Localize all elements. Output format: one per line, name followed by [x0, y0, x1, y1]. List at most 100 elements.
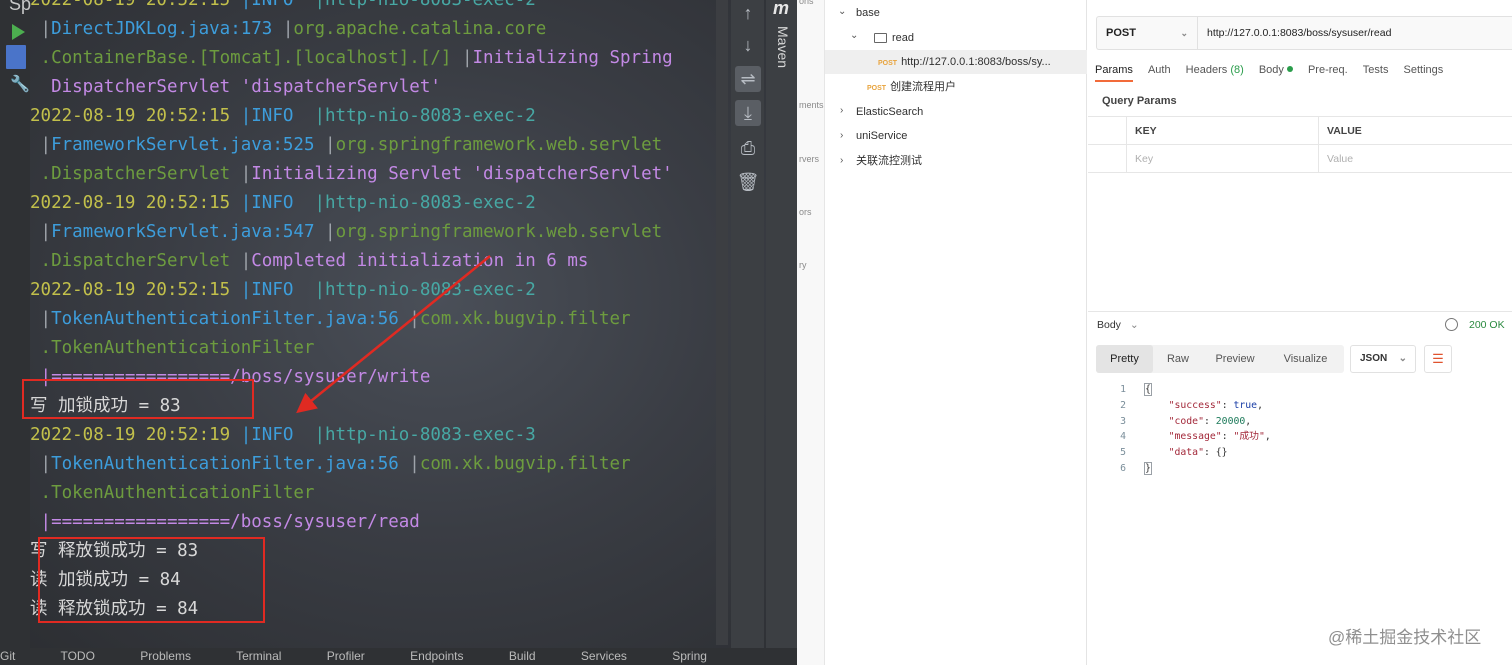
query-params-title: Query Params — [1102, 95, 1177, 107]
console-line: |=================/boss/sysuser/read — [30, 508, 720, 537]
console-segment: org.springframework.web.servlet — [335, 135, 663, 155]
status-git[interactable]: Git — [0, 649, 15, 663]
status-services[interactable]: Services — [581, 649, 627, 663]
tab-auth[interactable]: Auth — [1148, 64, 1171, 76]
maven-label[interactable]: Maven — [775, 26, 791, 68]
status-build[interactable]: Build — [509, 649, 536, 663]
tab-body[interactable]: Body — [1259, 64, 1293, 76]
stop-icon[interactable] — [6, 45, 26, 69]
tree-item-uniservice[interactable]: uniService — [856, 127, 907, 145]
status-endpoints[interactable]: Endpoints — [410, 649, 463, 663]
request-label: http://127.0.0.1:8083/boss/sy... — [901, 56, 1051, 68]
console-segment: | — [30, 222, 52, 242]
console-segment: | — [30, 135, 52, 155]
chevron-right-icon[interactable]: › — [840, 130, 843, 141]
rail-label-history[interactable]: ry — [799, 260, 807, 270]
wrap-lines-icon[interactable]: ☰ — [1424, 345, 1452, 373]
key-input[interactable]: Key — [1126, 145, 1318, 173]
method-badge: POST — [867, 85, 887, 92]
tree-item-request-read[interactable]: POST http://127.0.0.1:8083/boss/sy... — [878, 53, 1051, 71]
status-problems[interactable]: Problems — [140, 649, 191, 663]
code-token: true — [1233, 399, 1258, 411]
status-spring[interactable]: Spring — [672, 649, 707, 663]
console-segment: | — [230, 164, 252, 184]
tab-pre-request[interactable]: Pre-req. — [1308, 64, 1348, 76]
console-segment: | — [451, 48, 473, 68]
rail-label-mock-servers[interactable]: rvers — [799, 154, 819, 164]
status-profiler[interactable]: Profiler — [327, 649, 365, 663]
tab-body-label: Body — [1258, 64, 1284, 76]
format-select[interactable]: JSON ⌄ — [1350, 345, 1416, 373]
run-icon[interactable] — [12, 24, 25, 40]
url-bar: POST ⌄ http://127.0.0.1:8083/boss/sysuse… — [1096, 16, 1512, 50]
globe-icon[interactable] — [1445, 318, 1458, 331]
chevron-down-icon[interactable]: ⌄ — [850, 30, 858, 41]
console-segment: |INFO — [240, 280, 315, 300]
response-body-dropdown[interactable]: Body ⌄ — [1097, 319, 1139, 331]
url-input[interactable]: http://127.0.0.1:8083/boss/sysuser/read — [1207, 17, 1391, 49]
soft-wrap-icon[interactable]: ⇌ — [735, 66, 761, 92]
response-header: Body ⌄ 200 OK — [1088, 311, 1512, 339]
console-segment: Completed initialization in 6 ms — [251, 251, 589, 271]
column-value: VALUE — [1318, 117, 1510, 145]
chevron-down-icon: ⌄ — [1180, 28, 1188, 38]
tab-pretty[interactable]: Pretty — [1096, 345, 1153, 373]
trash-icon[interactable]: 🗑 — [735, 169, 761, 195]
console-segment: .DispatcherServlet — [30, 251, 231, 271]
tab-params[interactable]: Params — [1095, 64, 1133, 82]
console-segment: | — [30, 454, 52, 474]
tab-preview[interactable]: Preview — [1203, 345, 1267, 373]
tree-item-base[interactable]: base — [856, 4, 880, 22]
highlight-write-lock-box — [22, 379, 254, 419]
console-scrollbar[interactable] — [716, 0, 728, 645]
chevron-down-icon[interactable]: ⌄ — [838, 6, 846, 17]
watermark: @稀土掘金技术社区 — [1328, 628, 1482, 647]
console-segment: 2022-08-19 20:52:15 — [30, 106, 241, 126]
code-token: , — [1257, 399, 1263, 411]
chevron-right-icon[interactable]: › — [840, 105, 843, 116]
tab-headers-label: Headers — [1185, 64, 1228, 76]
rail-label-collections[interactable]: ons — [799, 0, 814, 6]
console-segment: .DispatcherServlet — [30, 164, 231, 184]
tab-tests[interactable]: Tests — [1363, 64, 1389, 76]
down-arrow-icon[interactable]: ↓ — [735, 32, 761, 58]
code-text: "message": "成功", — [1145, 429, 1271, 445]
line-number: 4 — [1120, 431, 1126, 443]
status-terminal[interactable]: Terminal — [236, 649, 281, 663]
console-tool-column: ↑ ↓ ⇌ ⤓ ⎙ 🗑 — [731, 0, 764, 665]
code-token: , — [1264, 431, 1271, 443]
tree-item-elasticsearch[interactable]: ElasticSearch — [856, 103, 923, 121]
tree-item-read-folder[interactable]: read — [892, 29, 914, 47]
tab-visualize[interactable]: Visualize — [1267, 345, 1344, 373]
method-value: POST — [1106, 27, 1136, 39]
code-text: "data": {} — [1145, 445, 1228, 461]
value-input[interactable]: Value — [1318, 145, 1510, 173]
rail-label-environments[interactable]: ments — [799, 100, 824, 110]
maven-tool-window-strip[interactable]: m Maven — [766, 0, 797, 665]
console-line: 2022-08-19 20:52:15 |INFO |http-nio-8083… — [30, 189, 720, 218]
status-badge: 200 OK — [1469, 319, 1505, 331]
print-icon[interactable]: ⎙ — [735, 135, 761, 161]
console-segment: | — [398, 309, 420, 329]
console-line: .TokenAuthenticationFilter — [30, 334, 720, 363]
status-todo[interactable]: TODO — [60, 649, 94, 663]
ide-status-bar: Git TODO Problems Terminal Profiler Endp… — [0, 648, 797, 665]
console-line: |FrameworkServlet.java:547 |org.springfr… — [30, 218, 720, 247]
tab-headers[interactable]: Headers (8) — [1186, 64, 1244, 76]
rail-label-monitors[interactable]: ors — [799, 207, 812, 217]
console-segment: |http-nio-8083-exec-2 — [314, 106, 536, 126]
scroll-to-end-icon[interactable]: ⤓ — [735, 100, 761, 126]
code-text: "code": 20000, — [1145, 414, 1252, 430]
wrench-icon[interactable]: 🔧 — [10, 74, 30, 94]
tab-raw[interactable]: Raw — [1153, 345, 1203, 373]
console-segment: DirectJDKLog.java:173 — [51, 19, 273, 39]
console-segment: FrameworkServlet.java:547 — [51, 222, 315, 242]
up-arrow-icon[interactable]: ↑ — [735, 0, 761, 26]
console-line: .DispatcherServlet |Initializing Servlet… — [30, 160, 720, 189]
tree-item-request-create-user[interactable]: POST 创建流程用户 — [867, 78, 956, 96]
console-segment: TokenAuthenticationFilter.java:56 — [51, 454, 399, 474]
method-select[interactable]: POST ⌄ — [1097, 17, 1198, 49]
chevron-right-icon[interactable]: › — [840, 155, 843, 166]
tree-item-flow-control-test[interactable]: 关联流控测试 — [856, 152, 922, 170]
tab-settings[interactable]: Settings — [1404, 64, 1444, 76]
